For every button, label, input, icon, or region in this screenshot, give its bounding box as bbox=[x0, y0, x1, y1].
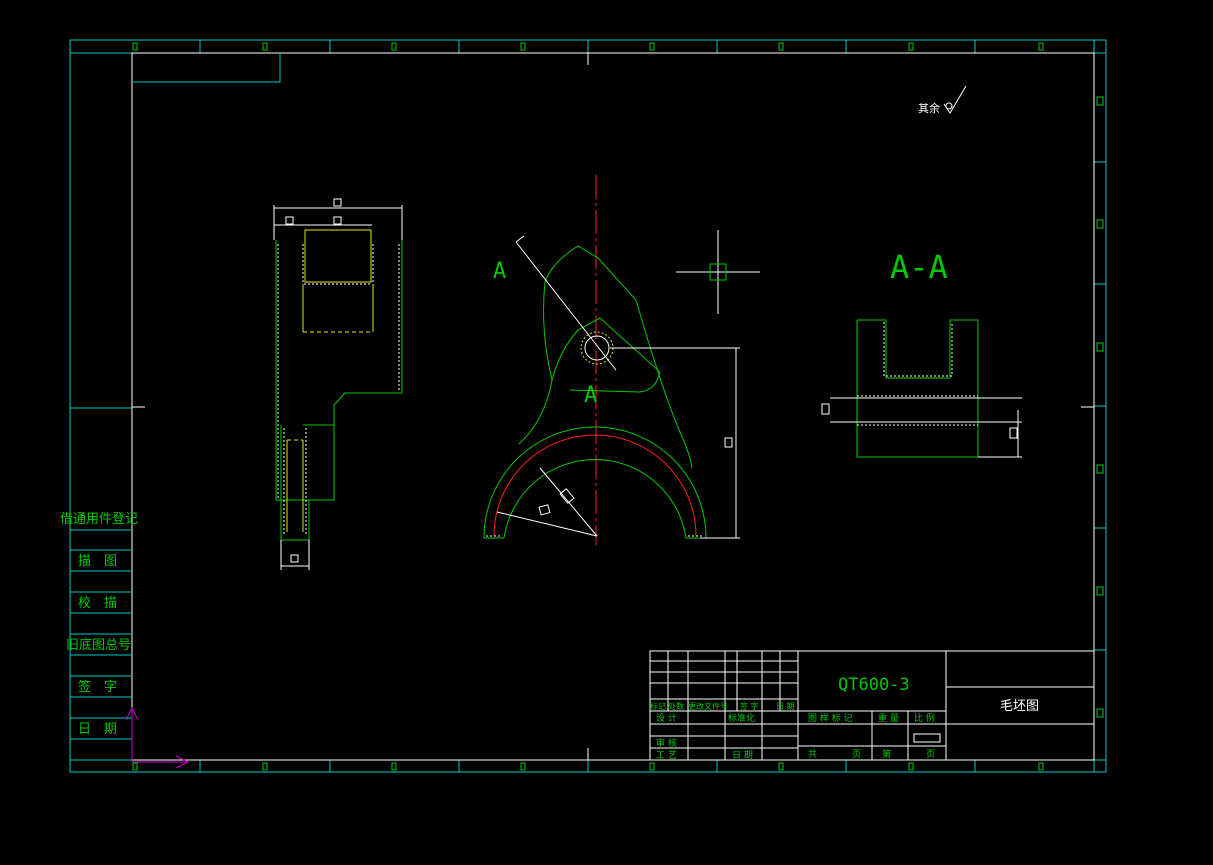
front-view: A A bbox=[483, 175, 740, 545]
total-label: 共 bbox=[808, 749, 817, 760]
design-label: 设 计 bbox=[656, 712, 677, 724]
zone-markers bbox=[132, 42, 1104, 771]
material-text: QT600-3 bbox=[838, 675, 910, 695]
crosshair-cursor-icon bbox=[676, 230, 760, 314]
review-label: 审 核 bbox=[656, 737, 677, 749]
drawing-name-text: 毛坯图 bbox=[1000, 699, 1039, 714]
sidebar-item-register: 借通用件登记 bbox=[60, 512, 138, 527]
rev-header-count: 处数 bbox=[668, 701, 684, 711]
section-mark-a-2: A bbox=[584, 383, 597, 408]
sidebar-item-signature: 签 字 bbox=[78, 679, 117, 695]
rev-header-mark: 标记 bbox=[650, 701, 666, 711]
rev-header-date: 日 期 bbox=[776, 702, 795, 711]
sidebar-labels: 借通用件登记 描 图 校 描 旧底图总号 签 字 日 期 bbox=[60, 512, 138, 737]
weight-label: 重 量 bbox=[878, 712, 899, 724]
sidebar-item-date: 日 期 bbox=[78, 722, 117, 737]
ucs-icon bbox=[125, 706, 190, 769]
rev-header-sign: 签 字 bbox=[740, 701, 759, 711]
stage-mark-label: 图 样 标 记 bbox=[808, 712, 853, 724]
side-view bbox=[273, 198, 403, 570]
section-mark-a-1: A bbox=[493, 259, 506, 284]
section-title: A-A bbox=[890, 248, 948, 286]
code-box bbox=[132, 53, 281, 83]
standardize-label: 标准化 bbox=[728, 712, 755, 724]
sidebar-item-trace: 描 图 bbox=[78, 554, 117, 569]
sidebar-item-check-trace: 校 描 bbox=[78, 595, 117, 611]
no-label: 第 bbox=[882, 748, 891, 760]
sidebar-item-old-drawing-no: 旧底图总号 bbox=[66, 637, 131, 653]
section-view: A-A bbox=[821, 248, 1022, 458]
rev-header-doc: 更改文件号 bbox=[688, 701, 728, 711]
date-label: 日 期 bbox=[732, 750, 753, 761]
page-label: 页 bbox=[926, 749, 935, 760]
process-label: 工 艺 bbox=[656, 750, 677, 761]
roughness-label: 其余 bbox=[918, 101, 940, 115]
cad-drawing-canvas[interactable]: 借通用件登记 描 图 校 描 旧底图总号 签 字 日 期 其余 A A A-A … bbox=[0, 0, 1213, 865]
scale-label: 比 例 bbox=[914, 712, 935, 724]
roughness-symbol: 其余 bbox=[918, 85, 967, 115]
sheet-label: 页 bbox=[852, 749, 861, 760]
